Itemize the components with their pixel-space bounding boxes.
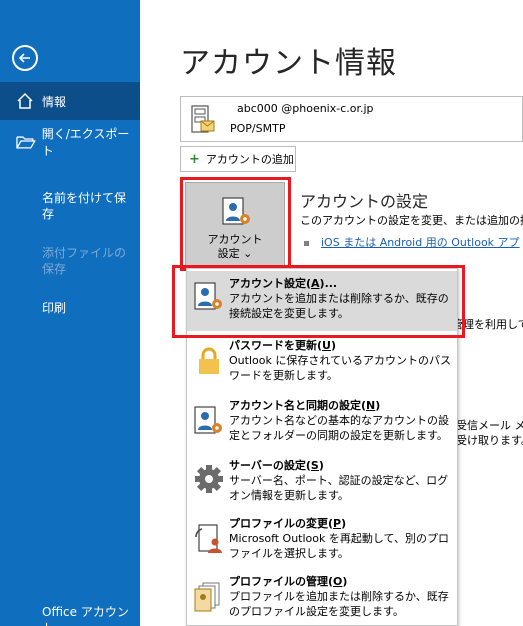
menu-item-title: プロファイルの管理(O) <box>229 575 348 588</box>
menu-item-title: アカウント設定(A)... <box>229 277 338 290</box>
menu-item-title: アカウント名と同期の設定(N) <box>229 399 381 412</box>
menu-item-title: プロファイルの変更(P) <box>229 517 347 530</box>
account-selector[interactable]: abc000 @phoenix-c.or.jp POP/SMTP <box>180 96 523 142</box>
account-settings-menu: アカウント設定(A)... アカウントを追加または削除するか、既存の接続設定を変… <box>186 268 458 626</box>
menu-item-update-password[interactable]: パスワードを更新(U) Outlook に保存されているアカウントのパスワードを… <box>187 333 457 393</box>
gear-icon <box>195 465 223 493</box>
outlook-app-link[interactable]: iOS または Android 用の Outlook アプ <box>321 236 520 249</box>
menu-item-manage-profiles[interactable]: プロファイルの管理(O) プロファイルを追加または削除するか、既存のプロファイル… <box>187 569 457 626</box>
background-text-fragment-2: 受信メール メ 受け取ります。 <box>456 418 523 448</box>
background-text-line: 受信メール メ <box>456 419 523 432</box>
menu-item-title: パスワードを更新(U) <box>229 339 336 352</box>
profile-manage-icon <box>194 582 220 612</box>
nav-office-account[interactable]: Office アカウント <box>42 604 132 626</box>
account-email: abc000 @phoenix-c.or.jp <box>237 102 374 115</box>
folder-open-icon <box>16 136 36 149</box>
menu-item-description: アカウントを追加または削除するか、既存の接続設定を変更します。 <box>229 292 449 320</box>
account-settings-button-line2: 設定 ⌄ <box>217 247 253 260</box>
nav-info-label: 情報 <box>42 94 67 109</box>
account-type: POP/SMTP <box>230 122 286 135</box>
home-icon <box>17 92 33 109</box>
account-settings-icon <box>222 197 250 225</box>
nav-open-export-label: 開く/エクスポート <box>41 127 130 158</box>
page-title: アカウント情報 <box>180 46 397 81</box>
nav-print[interactable]: 印刷 <box>42 300 132 316</box>
add-account-button[interactable]: + アカウントの追加 <box>180 146 296 172</box>
menu-item-description: Outlook に保存されているアカウントのパスワードを更新します。 <box>229 354 451 382</box>
back-arrow-icon[interactable] <box>12 45 38 71</box>
section-link[interactable]: iOS または Android 用の Outlook アプ <box>304 234 520 250</box>
account-settings-icon <box>194 282 222 310</box>
section-description: このアカウントの設定を変更、または追加の接続 <box>300 214 523 227</box>
menu-item-description: サーバー名、ポート、認証の設定など、ログオン情報を更新します。 <box>229 474 449 502</box>
bullet-icon <box>304 240 309 246</box>
account-settings-dropdown-button[interactable]: アカウント 設定 ⌄ <box>185 182 285 266</box>
menu-item-description: プロファイルを追加または削除するか、既存のプロファイル設定を変更します。 <box>229 590 449 618</box>
menu-item-description: Microsoft Outlook を再起動して、別のプロファイルを選択します。 <box>229 532 450 560</box>
menu-item-account-name-sync[interactable]: アカウント名と同期の設定(N) アカウント名などの基本的なアカウントの設定とフォ… <box>187 393 457 453</box>
nav-open-export[interactable]: 開く/エクスポート <box>0 126 140 158</box>
menu-item-account-settings[interactable]: アカウント設定(A)... アカウントを追加または削除するか、既存の接続設定を変… <box>187 271 457 331</box>
section-title: アカウントの設定 <box>300 192 429 211</box>
menu-item-server-settings[interactable]: サーバーの設定(S) サーバー名、ポート、認証の設定など、ログオン情報を更新しま… <box>187 453 457 513</box>
background-text-fragment: 管理を利用して <box>452 318 523 331</box>
add-account-label: アカウントの追加 <box>205 153 294 166</box>
plus-icon: + <box>189 151 200 167</box>
background-text-line: 受け取ります。 <box>456 434 523 447</box>
backstage-sidebar: 情報 開く/エクスポート 名前を付けて保存 添付ファイルの保存 印刷 Offic… <box>0 0 140 626</box>
nav-save-as[interactable]: 名前を付けて保存 <box>42 190 132 222</box>
menu-item-description: アカウント名などの基本的なアカウントの設定とフォルダーの同期の設定を更新します。 <box>229 414 449 442</box>
nav-info[interactable]: 情報 <box>0 82 140 120</box>
nav-save-attachments[interactable]: 添付ファイルの保存 <box>42 245 132 277</box>
profile-change-icon <box>195 524 222 553</box>
lock-icon <box>199 347 219 374</box>
account-sync-icon <box>194 406 222 434</box>
menu-item-change-profile[interactable]: プロファイルの変更(P) Microsoft Outlook を再起動して、別の… <box>187 511 457 571</box>
menu-item-title: サーバーの設定(S) <box>229 459 324 472</box>
mail-account-icon <box>191 105 215 133</box>
